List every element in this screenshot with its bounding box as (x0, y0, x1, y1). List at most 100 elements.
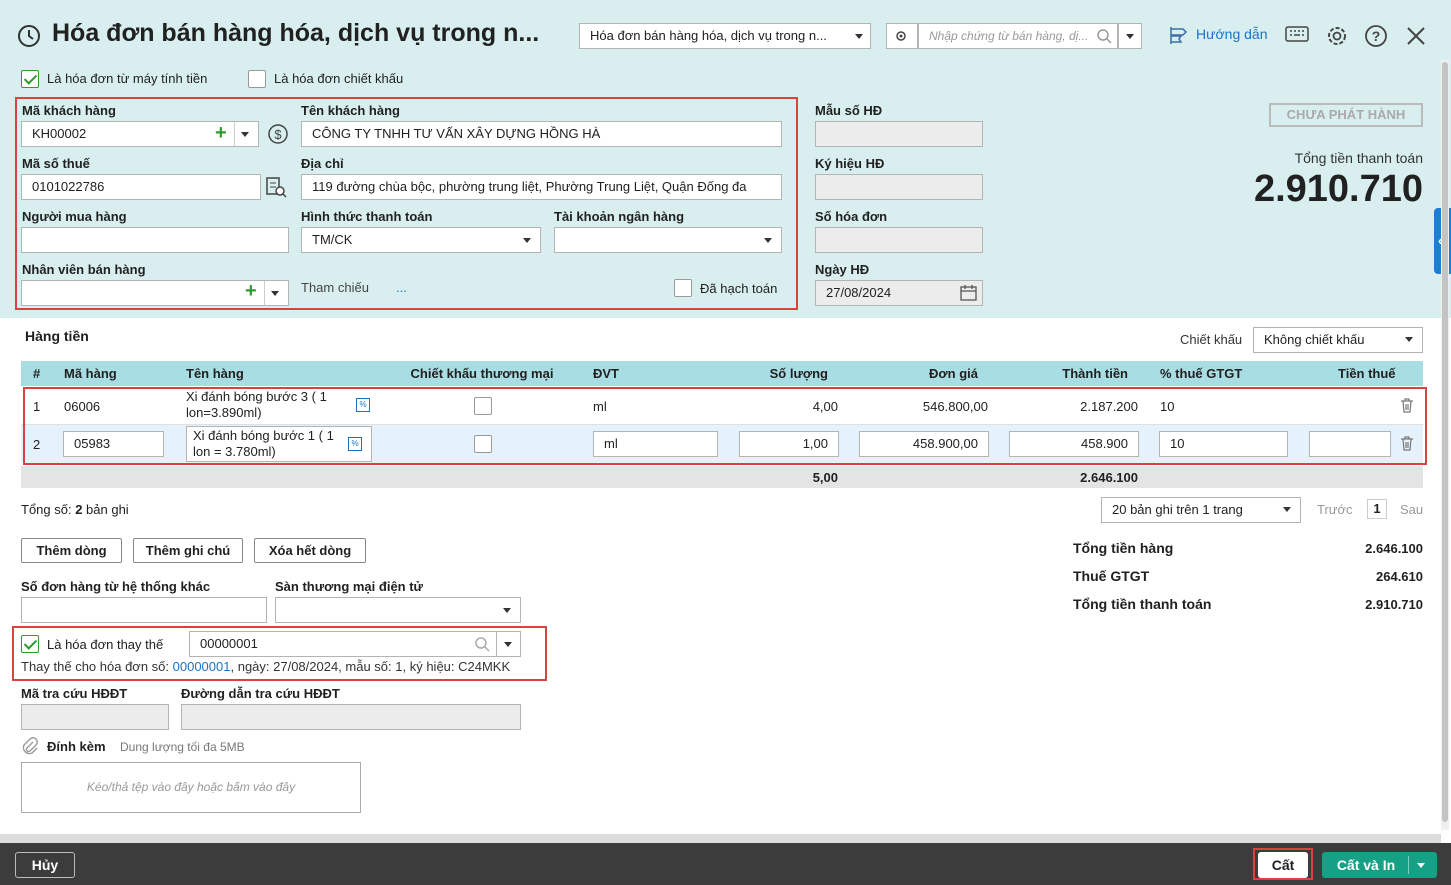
tax-code-label: Mã số thuế (22, 156, 90, 171)
customer-code-label: Mã khách hàng (22, 103, 116, 118)
bank-account-label: Tài khoản ngân hàng (554, 209, 685, 224)
col-qty: Số lượng (769, 366, 828, 381)
help-icon[interactable]: ? (1364, 24, 1388, 48)
invoice-number-input (815, 227, 983, 253)
keyboard-icon[interactable] (1285, 25, 1309, 45)
cancel-button[interactable]: Hủy (15, 852, 75, 878)
scrollbar-thumb[interactable] (1442, 62, 1448, 822)
symbol-input (815, 174, 983, 200)
tax-code-input[interactable]: 0101022786 (21, 174, 261, 200)
address-input[interactable]: 119 đường chùa bộc, phường trung liệt, P… (301, 174, 782, 200)
col-tax: Tiền thuế (1338, 366, 1396, 381)
chevron-down-icon (1126, 34, 1134, 39)
section-title: Hàng tiền (25, 328, 89, 344)
chevron-down-icon (503, 608, 511, 613)
buyer-label: Người mua hàng (22, 209, 127, 224)
footer-bar (0, 843, 1451, 885)
invoice-date-label: Ngày HĐ (815, 262, 870, 277)
lookup-icon[interactable] (265, 176, 287, 198)
vat-value: 264.610 (1376, 569, 1423, 584)
buyer-input[interactable] (21, 227, 289, 253)
add-row-button[interactable]: Thêm dòng (21, 538, 122, 563)
total-qty: 5,00 (812, 470, 838, 485)
chevron-down-icon[interactable] (271, 291, 279, 296)
cash-register-checkbox[interactable] (21, 70, 39, 88)
calendar-icon[interactable] (960, 284, 977, 301)
form-no-input (815, 121, 983, 147)
bank-account-select[interactable] (554, 227, 782, 253)
col-unit: ĐVT (593, 366, 619, 381)
search-input[interactable]: Nhập chứng từ bán hàng, dị... (918, 23, 1118, 49)
page-number[interactable]: 1 (1367, 499, 1387, 519)
invoice-date-input[interactable]: 27/08/2024 (815, 280, 983, 306)
search-icon[interactable] (1096, 28, 1112, 44)
replace-invoice-label: Là hóa đơn thay thế (47, 637, 164, 652)
replace-info: Thay thế cho hóa đơn số: 00000001, ngày:… (21, 659, 511, 674)
col-price: Đơn giá (929, 366, 978, 381)
discount-label: Chiết khấu (1180, 332, 1243, 347)
close-icon[interactable] (1406, 26, 1426, 46)
divider (234, 122, 235, 146)
chevron-down-icon[interactable] (1417, 863, 1425, 868)
page-title: Hóa đơn bán hàng hóa, dịch vụ trong n... (52, 19, 540, 47)
lookup-url-input (181, 704, 521, 730)
external-order-input[interactable] (21, 597, 267, 623)
total-payment-value: 2.910.710 (1253, 168, 1423, 210)
ecommerce-label: Sàn thương mại điện tử (275, 579, 423, 594)
chevron-down-icon (764, 238, 772, 243)
gear-icon[interactable] (1325, 24, 1349, 48)
ecommerce-select[interactable] (275, 597, 521, 623)
horizontal-scrollbar[interactable] (0, 834, 1441, 843)
dollar-icon[interactable]: $ (267, 123, 289, 145)
add-icon[interactable]: + (215, 122, 227, 145)
per-page-select[interactable]: 20 bản ghi trên 1 trang (1101, 497, 1301, 523)
posted-checkbox[interactable] (674, 279, 692, 297)
discount-invoice-label: Là hóa đơn chiết khấu (274, 71, 404, 86)
status-badge: CHƯA PHÁT HÀNH (1269, 103, 1423, 127)
goods-total-value: 2.646.100 (1365, 541, 1423, 556)
lookup-url-label: Đường dẫn tra cứu HĐĐT (181, 686, 340, 701)
payment-method-select[interactable]: TM/CK (301, 227, 541, 253)
paperclip-icon (22, 737, 38, 755)
posted-label: Đã hạch toán (700, 281, 778, 296)
grand-total-value: 2.910.710 (1365, 597, 1423, 612)
replace-invoice-checkbox[interactable] (21, 635, 39, 653)
help-link[interactable]: Hướng dẫn (1196, 26, 1267, 42)
total-payment-label: Tổng tiền thanh toán (1294, 150, 1423, 166)
address-label: Địa chỉ (301, 156, 344, 171)
add-icon[interactable]: + (245, 280, 257, 303)
record-count: Tổng số: 2 bản ghi (21, 502, 129, 517)
customer-name-input[interactable]: CÔNG TY TNHH TƯ VẤN XÂY DỰNG HỒNG HÀ (301, 121, 782, 147)
svg-text:$: $ (274, 127, 282, 142)
chevron-down-icon (855, 34, 863, 39)
next-page[interactable]: Sau (1400, 502, 1423, 517)
lookup-code-label: Mã tra cứu HĐĐT (21, 686, 128, 701)
guide-icon[interactable] (1167, 24, 1189, 46)
cash-register-label: Là hóa đơn từ máy tính tiền (47, 71, 208, 86)
attach-hint: Dung lượng tối đa 5MB (120, 740, 245, 754)
prev-page[interactable]: Trước (1317, 502, 1353, 517)
replace-invoice-link[interactable]: 00000001 (173, 659, 231, 674)
total-amount: 2.646.100 (1080, 470, 1138, 485)
discount-invoice-checkbox[interactable] (248, 70, 266, 88)
lookup-code-input (21, 704, 169, 730)
chevron-down-icon (523, 238, 531, 243)
divider (264, 281, 265, 305)
add-note-button[interactable]: Thêm ghi chú (133, 538, 243, 563)
doc-type-select[interactable]: Hóa đơn bán hàng hóa, dịch vụ trong n... (579, 23, 871, 49)
search-icon[interactable] (474, 636, 490, 652)
file-drop-zone[interactable]: Kéo/thả tệp vào đây hoặc bấm vào đây (21, 762, 361, 813)
col-amount: Thành tiền (1062, 366, 1128, 381)
save-button[interactable]: Cất (1258, 852, 1308, 878)
sales-staff-label: Nhân viên bán hàng (22, 262, 146, 277)
replace-invoice-input[interactable]: 00000001 (189, 631, 497, 657)
gear-icon (896, 31, 906, 41)
form-no-label: Mẫu số HĐ (815, 103, 883, 118)
history-icon[interactable] (16, 23, 42, 49)
delete-all-button[interactable]: Xóa hết dòng (254, 538, 366, 563)
chevron-down-icon[interactable] (241, 132, 249, 137)
external-order-label: Số đơn hàng từ hệ thống khác (21, 579, 211, 594)
attach-label: Đính kèm (47, 739, 106, 754)
discount-select[interactable]: Không chiết khấu (1253, 327, 1423, 353)
reference-link[interactable]: ... (396, 280, 407, 295)
